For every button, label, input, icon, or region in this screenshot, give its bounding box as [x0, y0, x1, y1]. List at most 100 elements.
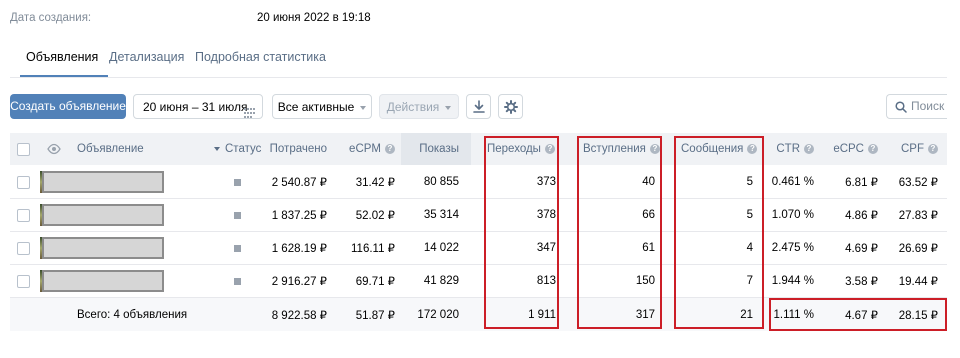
- total-messages-cell: 21: [740, 308, 753, 321]
- col-joins-label: Вступления: [583, 143, 646, 155]
- total-ecpm-cell: 51.87 ₽: [355, 309, 395, 322]
- ad-thumbnail[interactable]: [42, 204, 164, 226]
- clicks-cell: 378: [536, 209, 556, 221]
- sort-desc-icon: [214, 147, 220, 151]
- help-icon[interactable]: ?: [544, 144, 555, 154]
- col-joins-header[interactable]: Вступления?: [583, 133, 673, 165]
- row-checkbox[interactable]: [17, 241, 30, 255]
- tabs-bar: Объявления Детализация Подробная статист…: [10, 42, 947, 78]
- spent-cell: 1 837.25 ₽: [271, 210, 327, 222]
- shows-cell: 14 022: [423, 242, 459, 254]
- table-row[interactable]: 1 628.19 ₽ 116.11 ₽ 14 022 347 61 4 2.47…: [10, 232, 947, 265]
- spent-cell: 2 916.27 ₽: [271, 276, 327, 288]
- search-box: [886, 94, 947, 119]
- messages-cell: 7: [746, 275, 753, 287]
- table-row[interactable]: 2 916.27 ₽ 69.71 ₽ 41 829 813 150 7 1.94…: [10, 265, 947, 298]
- tab-ads[interactable]: Объявления: [26, 50, 98, 64]
- active-tab-indicator: [20, 75, 108, 77]
- table-row[interactable]: 2 540.87 ₽ 31.42 ₽ 80 855 373 40 5 0.461…: [10, 166, 947, 199]
- help-icon[interactable]: ?: [868, 144, 878, 154]
- ecpc-cell: 4.86 ₽: [845, 210, 878, 222]
- col-ecpc-header[interactable]: eCPC?: [820, 133, 878, 165]
- joins-cell: 66: [642, 209, 655, 221]
- actions-label: Действия: [386, 100, 440, 114]
- clicks-cell: 347: [536, 242, 556, 254]
- total-cpf-cell: 28.15 ₽: [898, 309, 938, 322]
- help-icon[interactable]: ?: [804, 144, 814, 154]
- row-checkbox-cell: [10, 199, 40, 231]
- col-ecpm-label: eCPM: [349, 143, 381, 155]
- table-total-row: Всего: 4 объявления 8 922.58 ₽ 51.87 ₽ 1…: [10, 298, 947, 331]
- total-ctr-cell: 1.111 %: [773, 308, 815, 321]
- ecpc-cell: 3.58 ₽: [845, 276, 878, 288]
- clicks-cell: 813: [536, 275, 556, 287]
- ctr-cell: 1.070 %: [771, 209, 814, 221]
- help-icon[interactable]: ?: [649, 144, 660, 154]
- spent-cell: 2 540.87 ₽: [271, 177, 327, 189]
- cpf-cell: 19.44 ₽: [898, 276, 938, 288]
- status-indicator: [234, 245, 241, 252]
- table-row[interactable]: 1 837.25 ₽ 52.02 ₽ 35 314 378 66 5 1.070…: [10, 199, 947, 232]
- search-input[interactable]: [911, 99, 947, 113]
- shows-cell: 35 314: [423, 209, 459, 221]
- cpf-cell: 27.83 ₽: [898, 210, 938, 222]
- tab-detailed-stats[interactable]: Подробная статистика: [195, 50, 326, 64]
- col-ecpc-label: eCPC: [833, 143, 864, 155]
- ecpc-cell: 4.69 ₽: [845, 243, 878, 255]
- date-range-label: 20 июня – 31 июля: [143, 100, 248, 114]
- ecpm-cell: 52.02 ₽: [355, 210, 395, 222]
- creation-date: Дата создания: 20 июня 2022 в 19:18: [10, 12, 410, 26]
- row-checkbox[interactable]: [17, 208, 30, 222]
- col-spent-header[interactable]: Потрачено: [260, 133, 327, 165]
- download-button[interactable]: [466, 94, 491, 119]
- chevron-down-icon: [445, 105, 452, 110]
- total-spent-cell: 8 922.58 ₽: [271, 309, 327, 322]
- col-clicks-header[interactable]: Переходы?: [487, 133, 577, 165]
- tab-details[interactable]: Детализация: [109, 50, 184, 64]
- messages-cell: 5: [746, 209, 753, 221]
- row-checkbox-cell: [10, 166, 40, 198]
- help-icon[interactable]: ?: [385, 144, 395, 154]
- ecpm-cell: 116.11 ₽: [351, 243, 395, 255]
- actions-dropdown[interactable]: Действия: [379, 94, 459, 119]
- eye-icon[interactable]: [47, 143, 61, 158]
- status-indicator: [234, 278, 241, 285]
- status-filter-dropdown[interactable]: Все активные: [272, 94, 372, 119]
- row-checkbox[interactable]: [17, 274, 30, 288]
- cpf-cell: 63.52 ₽: [898, 177, 938, 189]
- help-icon[interactable]: ?: [928, 144, 938, 154]
- settings-button[interactable]: [498, 94, 523, 119]
- ctr-cell: 1.944 %: [771, 275, 814, 287]
- col-messages-label: Сообщения: [681, 143, 744, 155]
- col-ecpm-header[interactable]: eCPM?: [327, 133, 395, 165]
- total-clicks-cell: 1 911: [528, 308, 556, 321]
- col-shows-header[interactable]: Показы: [401, 133, 471, 165]
- help-icon[interactable]: ?: [747, 144, 758, 154]
- row-checkbox[interactable]: [17, 175, 30, 189]
- date-range-picker[interactable]: 20 июня – 31 июля: [133, 94, 263, 119]
- create-ad-button[interactable]: Создать объявление: [10, 94, 126, 119]
- ad-thumbnail[interactable]: [42, 237, 164, 259]
- chevron-down-icon: [360, 105, 367, 110]
- table-header-row: Объявление Статус Потрачено eCPM? Показы…: [10, 133, 947, 165]
- col-cpf-header[interactable]: CPF?: [886, 133, 938, 165]
- ctr-cell: 2.475 %: [771, 242, 814, 254]
- ctr-cell: 0.461 %: [771, 176, 814, 188]
- ad-thumbnail[interactable]: [42, 270, 164, 292]
- ad-thumbnail[interactable]: [42, 171, 164, 193]
- status-filter-label: Все активные: [277, 100, 355, 114]
- status-indicator: [234, 179, 241, 186]
- calendar-icon: [244, 102, 256, 127]
- total-ecpc-cell: 4.67 ₽: [845, 309, 878, 322]
- select-all-checkbox[interactable]: [17, 142, 30, 156]
- creation-date-label: Дата создания:: [10, 12, 92, 24]
- col-ctr-header[interactable]: CTR?: [770, 133, 814, 165]
- clicks-cell: 373: [536, 176, 556, 188]
- joins-cell: 150: [635, 275, 655, 287]
- col-ad-header[interactable]: Объявление: [77, 133, 197, 165]
- row-checkbox-cell: [10, 265, 40, 297]
- total-shows-cell: 172 020: [417, 308, 459, 321]
- col-status-header[interactable]: Статус: [214, 133, 266, 165]
- col-messages-header[interactable]: Сообщения?: [681, 133, 771, 165]
- ecpc-cell: 6.81 ₽: [845, 177, 878, 189]
